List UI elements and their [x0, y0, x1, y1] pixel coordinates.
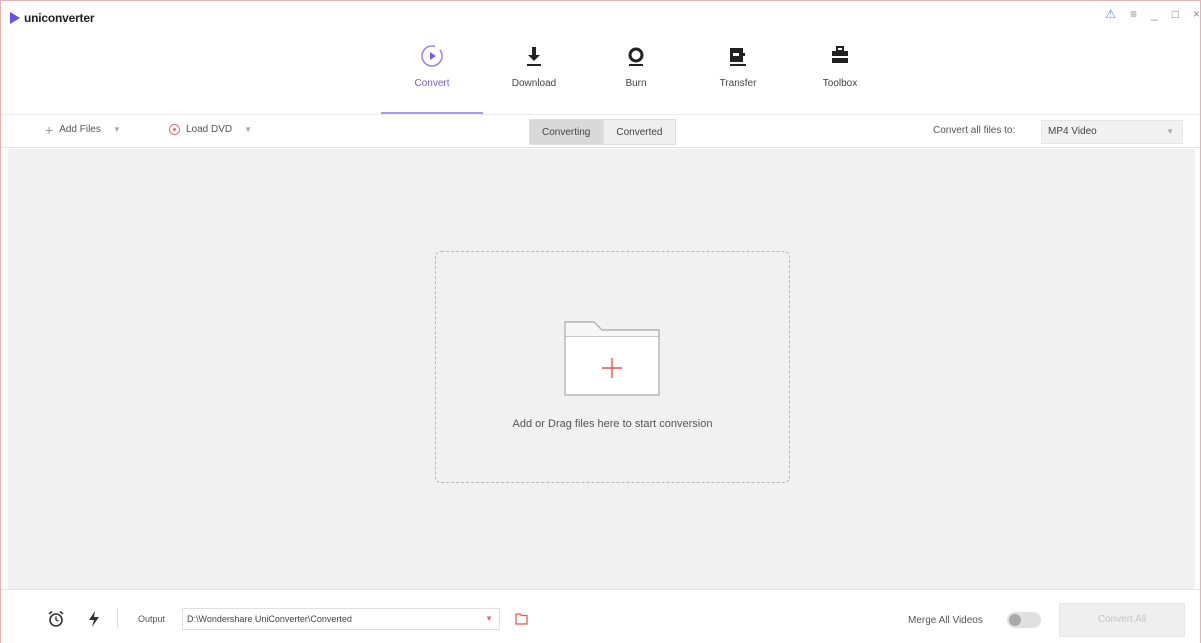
- user-icon[interactable]: ⚠: [1105, 7, 1116, 21]
- toolbox-icon: [832, 46, 848, 63]
- close-button[interactable]: ×: [1193, 7, 1200, 21]
- footer-divider: [117, 608, 118, 628]
- brand: uniconverter: [10, 11, 94, 25]
- nav-burn[interactable]: Burn: [585, 31, 687, 114]
- nav-label: Download: [511, 78, 557, 89]
- nav-label: Convert: [414, 78, 450, 89]
- output-path-value: D:\Wondershare UniConverter\Converted: [187, 614, 352, 624]
- footer: Output D:\Wondershare UniConverter\Conve…: [1, 589, 1200, 643]
- window-controls: ⚠ ≡ _ □ ×: [1105, 7, 1200, 21]
- convert-all-button[interactable]: Convert All: [1059, 603, 1185, 637]
- lightning-icon[interactable]: [88, 610, 100, 628]
- output-format-select[interactable]: MP4 Video ▼: [1041, 120, 1183, 144]
- chevron-down-icon[interactable]: ▼: [113, 125, 121, 134]
- nav-label: Transfer: [719, 78, 757, 89]
- drop-instructions: Add or Drag files here to start conversi…: [512, 418, 713, 430]
- main-nav: Convert Download Burn Transfer Toolbox: [381, 31, 891, 114]
- app-window: uniconverter ⚠ ≡ _ □ × Convert Download …: [0, 0, 1201, 643]
- nav-download[interactable]: Download: [483, 31, 585, 114]
- download-icon: [527, 47, 541, 66]
- open-folder-icon[interactable]: [515, 612, 529, 625]
- conversion-tabs: Converting Converted: [529, 119, 676, 145]
- convert-icon: [421, 45, 443, 67]
- header: uniconverter ⚠ ≡ _ □ × Convert Download …: [1, 1, 1200, 114]
- menu-icon[interactable]: ≡: [1130, 7, 1137, 21]
- alarm-clock-icon[interactable]: [47, 610, 65, 628]
- chevron-down-icon: ▼: [1166, 127, 1174, 136]
- nav-toolbox[interactable]: Toolbox: [789, 31, 891, 114]
- toolbar: + Add Files ▼ Load DVD ▼ Converting Conv…: [1, 114, 1200, 148]
- minimize-button[interactable]: _: [1151, 7, 1158, 21]
- transfer-icon: [730, 48, 746, 66]
- format-value: MP4 Video: [1048, 126, 1097, 137]
- logo-icon: [10, 12, 20, 24]
- chevron-down-icon: ▼: [485, 614, 493, 623]
- merge-all-videos-label: Merge All Videos: [908, 615, 983, 626]
- chevron-down-icon[interactable]: ▼: [244, 125, 252, 134]
- convert-all-to-label: Convert all files to:: [933, 125, 1016, 136]
- burn-icon: [628, 47, 644, 66]
- load-dvd-label: Load DVD: [186, 124, 233, 135]
- app-title: uniconverter: [24, 11, 95, 25]
- restore-button[interactable]: □: [1172, 7, 1179, 21]
- nav-convert[interactable]: Convert: [381, 31, 483, 114]
- output-label: Output: [138, 614, 166, 624]
- add-files-button[interactable]: + Add Files ▼: [45, 121, 121, 138]
- output-path-select[interactable]: D:\Wondershare UniConverter\Converted ▼: [182, 608, 500, 630]
- tab-converting[interactable]: Converting: [529, 119, 604, 145]
- plus-icon: +: [45, 121, 54, 138]
- drop-zone[interactable]: Add or Drag files here to start conversi…: [435, 251, 790, 483]
- file-list-area: Add or Drag files here to start conversi…: [8, 149, 1195, 589]
- nav-label: Toolbox: [822, 78, 858, 89]
- add-folder-icon[interactable]: [564, 320, 660, 396]
- nav-label: Burn: [625, 78, 647, 89]
- tab-converted[interactable]: Converted: [603, 119, 676, 145]
- dvd-icon: [169, 124, 180, 135]
- add-files-label: Add Files: [59, 124, 101, 135]
- nav-transfer[interactable]: Transfer: [687, 31, 789, 114]
- load-dvd-button[interactable]: Load DVD ▼: [169, 124, 252, 135]
- merge-all-videos-toggle[interactable]: [1007, 612, 1041, 628]
